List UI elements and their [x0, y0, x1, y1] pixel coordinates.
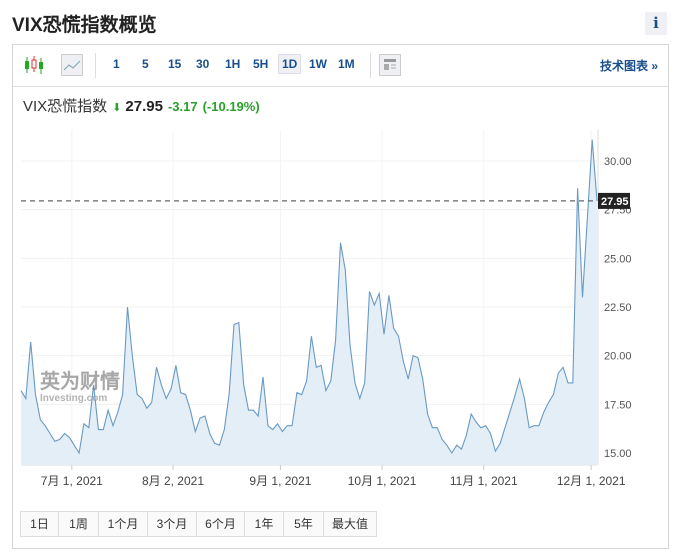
x-tick-label: 8月 2, 2021: [142, 474, 204, 488]
area-fill: [21, 139, 597, 465]
quote-line: VIX恐慌指数 ⬇ 27.95 -3.17 (-10.19%): [23, 95, 260, 116]
x-tick-label: 12月 1, 2021: [557, 474, 626, 488]
y-tick-label: 25.00: [604, 253, 632, 265]
interval-5[interactable]: 5: [142, 57, 149, 71]
range-3m[interactable]: 3个月: [148, 512, 197, 536]
chart-toolbar: 1 5 15 30 1H 5H 1D 1W 1M 技术图表 »: [13, 45, 668, 87]
range-max[interactable]: 最大值: [324, 512, 376, 536]
news-layout-icon[interactable]: [379, 54, 401, 76]
x-tick-label: 9月 1, 2021: [249, 474, 311, 488]
range-1w[interactable]: 1周: [59, 512, 99, 536]
interval-1w[interactable]: 1W: [309, 57, 327, 71]
price-change: -3.17: [167, 99, 198, 114]
range-selector: 1日 1周 1个月 3个月 6个月 1年 5年 最大值: [20, 511, 377, 537]
watermark-en: Investing.com: [40, 393, 107, 404]
range-1y[interactable]: 1年: [245, 512, 284, 536]
range-6m[interactable]: 6个月: [197, 512, 245, 536]
watermark-cn: 英为财情: [40, 369, 120, 393]
interval-1[interactable]: 1: [113, 57, 120, 71]
technical-chart-link[interactable]: 技术图表 »: [600, 57, 658, 74]
x-tick-label: 11月 1, 2021: [450, 474, 518, 488]
y-tick-label: 30.00: [604, 156, 632, 168]
watermark: 英为财情 Investing.com: [40, 369, 120, 404]
range-1d[interactable]: 1日: [21, 512, 59, 536]
range-1m[interactable]: 1个月: [99, 512, 148, 536]
page-title: VIX恐慌指数概览: [12, 15, 157, 36]
x-tick-label: 7月 1, 2021: [41, 474, 103, 488]
price-chart[interactable]: 英为财情 Investing.com 15.00 17.50 20.00 22.50 2…: [0, 120, 678, 500]
x-tick-label: 10月 1, 2021: [348, 474, 417, 488]
y-tick-label: 15.00: [604, 448, 632, 460]
interval-1h[interactable]: 1H: [225, 57, 240, 71]
last-price: 27.95: [125, 98, 163, 115]
y-tick-label: 22.50: [604, 302, 632, 314]
candlestick-chart-icon[interactable]: [23, 54, 45, 76]
instrument-name: VIX恐慌指数: [23, 98, 108, 115]
arrow-down-icon: ⬇: [112, 102, 122, 114]
interval-30[interactable]: 30: [196, 57, 209, 71]
y-tick-label: 20.00: [604, 351, 632, 363]
info-button[interactable]: i: [645, 12, 667, 35]
price-change-percent: (-10.19%): [202, 99, 260, 114]
current-price-label: 27.95: [601, 196, 629, 208]
interval-15[interactable]: 15: [168, 57, 181, 71]
interval-1m[interactable]: 1M: [338, 57, 355, 71]
area-chart-icon[interactable]: [61, 54, 83, 76]
range-5y[interactable]: 5年: [284, 512, 324, 536]
y-tick-label: 17.50: [604, 399, 632, 411]
interval-5h[interactable]: 5H: [253, 57, 268, 71]
interval-1d[interactable]: 1D: [278, 54, 302, 74]
